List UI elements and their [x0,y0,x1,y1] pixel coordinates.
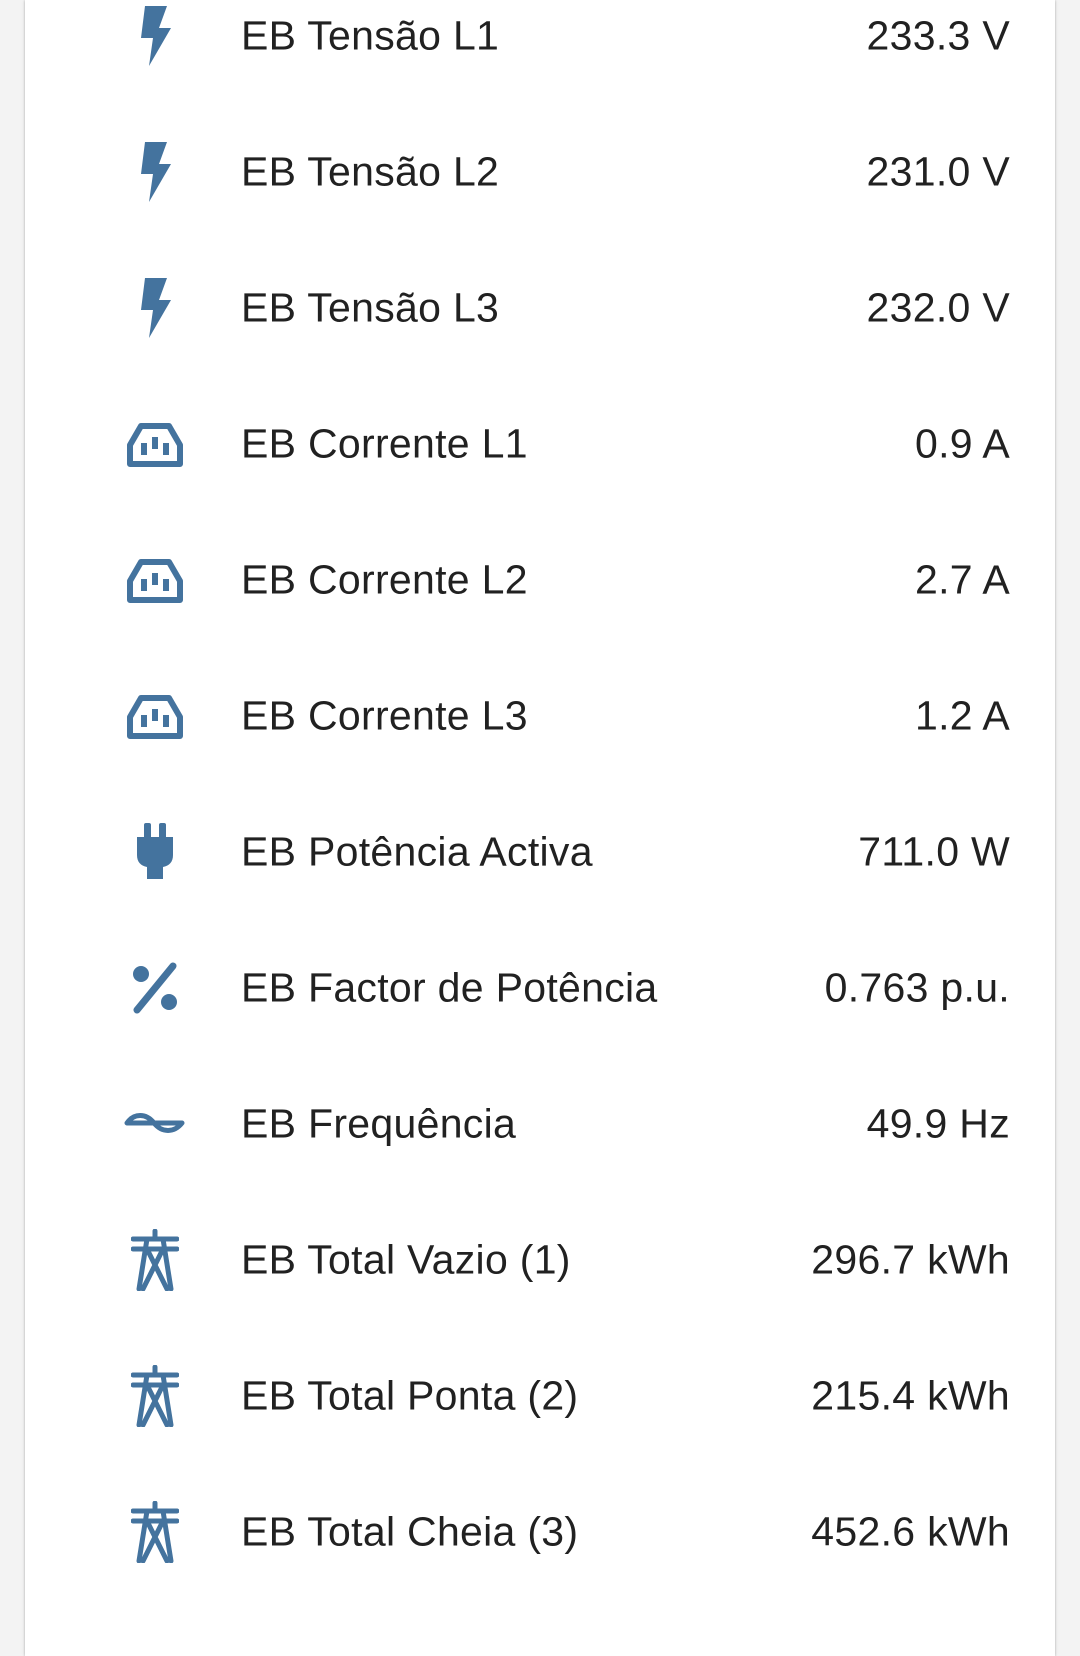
entity-row-total-ponta[interactable]: EB Total Ponta (2) 215.4 kWh [25,1324,1055,1468]
sine-wave-icon [100,1084,210,1164]
entity-name: EB Tensão L1 [241,12,500,59]
entity-row-total-vazio[interactable]: EB Total Vazio (1) 296.7 kWh [25,1188,1055,1332]
entity-name: EB Tensão L2 [241,148,500,195]
entity-row-corrente-l2[interactable]: EB Corrente L2 2.7 A [25,508,1055,652]
entity-state: 215.4 kWh [811,1372,1010,1419]
flash-icon [100,268,210,348]
current-ac-socket-icon [100,540,210,620]
power-plug-icon [100,812,210,892]
entity-state: 49.9 Hz [866,1100,1010,1147]
entity-name: EB Total Ponta (2) [241,1372,579,1419]
entity-state: 452.6 kWh [811,1508,1010,1555]
entity-name: EB Corrente L3 [241,692,528,739]
current-ac-socket-icon [100,676,210,756]
entity-row-corrente-l1[interactable]: EB Corrente L1 0.9 A [25,372,1055,516]
percent-icon [100,948,210,1028]
entity-state: 711.0 W [858,828,1010,875]
entity-name: EB Potência Activa [241,828,593,875]
transmission-tower-icon [100,1356,210,1436]
transmission-tower-icon [100,1492,210,1572]
entity-row-corrente-l3[interactable]: EB Corrente L3 1.2 A [25,644,1055,788]
entity-row-tensao-l2[interactable]: EB Tensão L2 231.0 V [25,100,1055,244]
flash-icon [100,132,210,212]
entity-state: 1.2 A [915,692,1010,739]
entity-name: EB Factor de Potência [241,964,658,1011]
entity-state: 0.9 A [915,420,1010,467]
entities-card: EB Tensão L1 233.3 V EB Tensão L2 231.0 … [25,0,1055,1656]
entity-state: 2.7 A [915,556,1010,603]
entity-state: 231.0 V [866,148,1010,195]
entity-row-factor-potencia[interactable]: EB Factor de Potência 0.763 p.u. [25,916,1055,1060]
entity-state: 233.3 V [866,12,1010,59]
entity-name: EB Tensão L3 [241,284,500,331]
entity-name: EB Frequência [241,1100,517,1147]
entity-row-tensao-l3[interactable]: EB Tensão L3 232.0 V [25,236,1055,380]
flash-icon [100,0,210,76]
transmission-tower-icon [100,1220,210,1300]
entity-row-total-cheia[interactable]: EB Total Cheia (3) 452.6 kWh [25,1460,1055,1604]
entity-name: EB Corrente L1 [241,420,528,467]
entity-state: 232.0 V [866,284,1010,331]
entity-name: EB Total Vazio (1) [241,1236,571,1283]
entity-row-frequencia[interactable]: EB Frequência 49.9 Hz [25,1052,1055,1196]
entity-state: 296.7 kWh [811,1236,1010,1283]
entity-row-tensao-l1[interactable]: EB Tensão L1 233.3 V [25,0,1055,108]
entity-name: EB Total Cheia (3) [241,1508,579,1555]
current-ac-socket-icon [100,404,210,484]
entity-name: EB Corrente L2 [241,556,528,603]
entity-state: 0.763 p.u. [824,964,1010,1011]
entity-row-potencia-activa[interactable]: EB Potência Activa 711.0 W [25,780,1055,924]
